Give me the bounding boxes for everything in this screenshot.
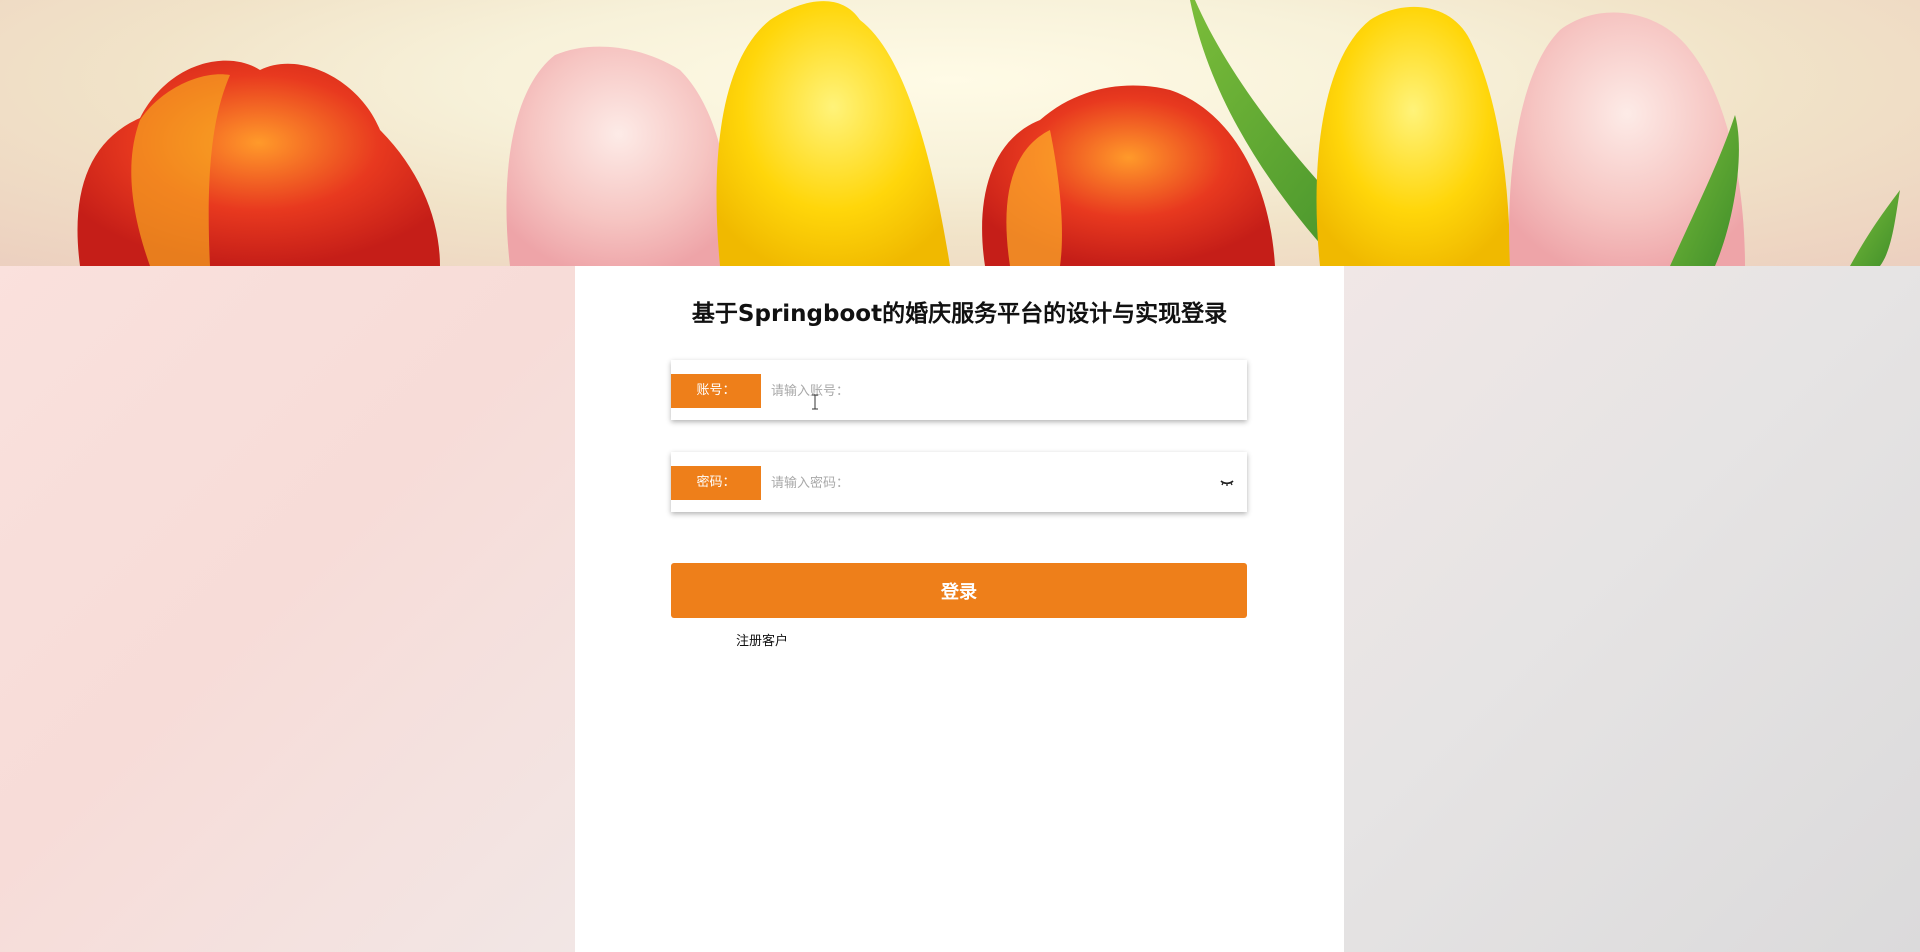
account-field: 账号： — [671, 360, 1247, 420]
header-banner — [0, 0, 1920, 266]
login-button[interactable]: 登录 — [671, 563, 1247, 618]
account-input[interactable] — [767, 374, 1215, 408]
password-field: 密码： — [671, 452, 1247, 512]
register-customer-link[interactable]: 注册客户 — [736, 630, 788, 649]
tulip-banner-image — [77, 0, 1900, 266]
password-input[interactable] — [767, 466, 1215, 500]
login-panel: 基于Springboot的婚庆服务平台的设计与实现登录 账号： 密码： 登录 注… — [575, 266, 1344, 952]
eye-closed-icon[interactable] — [1219, 474, 1235, 490]
text-cursor-icon — [812, 394, 818, 410]
page-title: 基于Springboot的婚庆服务平台的设计与实现登录 — [691, 301, 1228, 327]
password-label: 密码： — [671, 466, 761, 500]
account-label: 账号： — [671, 374, 761, 408]
